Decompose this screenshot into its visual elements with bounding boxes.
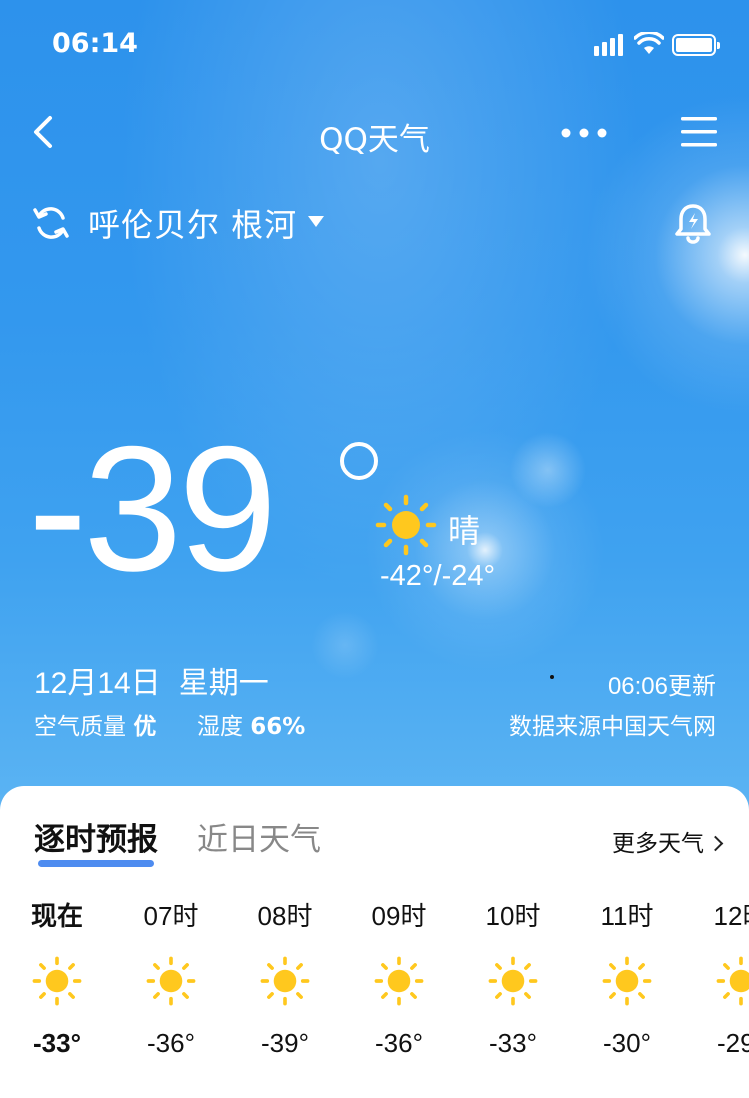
air-quality-label: 空气质量: [34, 714, 126, 740]
status-time: 06:14: [52, 28, 138, 59]
hour-label: 现在: [30, 901, 83, 931]
more-weather-label: 更多天气: [612, 831, 704, 857]
more-weather-link[interactable]: 更多天气: [612, 824, 724, 858]
date: 12月14日: [34, 667, 161, 700]
sun-icon: [716, 956, 749, 1006]
refresh-icon[interactable]: [32, 204, 70, 242]
tab-hourly-forecast[interactable]: 逐时预报: [34, 814, 158, 859]
battery-icon: [672, 34, 720, 56]
sun-icon: [32, 956, 82, 1006]
hour-temp: -33°: [33, 1028, 81, 1058]
hour-item: 09时 -36°: [349, 896, 449, 1059]
more-options-icon[interactable]: [561, 128, 607, 138]
cellular-signal-icon: [594, 34, 623, 56]
hour-label: 12时: [713, 901, 749, 931]
humidity-label: 湿度: [196, 714, 243, 740]
wifi-icon: [634, 32, 664, 54]
hour-temp: -36°: [375, 1028, 423, 1058]
weekday: 星期一: [178, 667, 269, 700]
date-line: 12月14日 星期一: [34, 658, 287, 702]
hour-label: 10时: [485, 901, 541, 931]
sun-icon: [488, 956, 538, 1006]
hour-item: 11时 -30°: [577, 896, 677, 1059]
tab-daily-weather[interactable]: 近日天气: [197, 814, 321, 859]
hour-temp: -36°: [147, 1028, 195, 1058]
weather-condition: 晴: [448, 512, 481, 550]
indicator-dot: [550, 675, 554, 679]
hour-item: 12时 -29°: [691, 896, 749, 1059]
hour-label: 07时: [143, 901, 199, 931]
app-title: QQ天气: [319, 122, 430, 158]
forecast-panel: 逐时预报 近日天气 更多天气 现在 -33° 07时 -36° 08时 -39°…: [0, 786, 749, 1098]
hour-label: 09时: [371, 901, 427, 931]
sun-icon: [146, 956, 196, 1006]
hour-label: 11时: [600, 901, 654, 931]
sun-icon: [602, 956, 652, 1006]
hourly-list[interactable]: 现在 -33° 07时 -36° 08时 -39° 09时 -36° 10时 -…: [0, 896, 749, 1076]
update-time: 06:06更新: [607, 673, 716, 700]
hour-item: 现在 -33°: [7, 896, 107, 1059]
chevron-right-icon: [707, 835, 724, 852]
hour-temp: -39°: [261, 1028, 309, 1058]
hour-item: 07时 -36°: [121, 896, 221, 1059]
hour-item: 08时 -39°: [235, 896, 335, 1059]
temperature-range: -42°/-24°: [380, 560, 496, 592]
data-source: 数据来源中国天气网: [509, 714, 716, 740]
status-bar: 06:14: [0, 0, 749, 90]
air-quality-line: 空气质量 优 湿度 66%: [34, 707, 305, 741]
hour-temp: -30°: [603, 1028, 651, 1058]
hour-temp: -29°: [717, 1028, 749, 1058]
hour-label: 08时: [257, 901, 313, 931]
menu-icon[interactable]: [680, 114, 718, 150]
current-temperature: -39: [28, 409, 277, 608]
sun-icon: [374, 956, 424, 1006]
degree-symbol: [340, 442, 378, 480]
sun-icon: [260, 956, 310, 1006]
humidity-value: 66%: [250, 714, 306, 740]
hour-item: 10时 -33°: [463, 896, 563, 1059]
nav-bar: QQ天气: [0, 100, 749, 164]
location-name[interactable]: 呼伦贝尔 根河: [88, 200, 297, 246]
hour-temp: -33°: [489, 1028, 537, 1058]
sun-icon: [375, 494, 437, 556]
air-quality-value: 优: [133, 714, 157, 740]
location-row: 呼伦贝尔 根河: [0, 196, 749, 252]
chevron-down-icon[interactable]: [307, 214, 325, 228]
weather-alert-bell-icon[interactable]: [672, 202, 714, 244]
active-tab-indicator: [38, 860, 154, 867]
